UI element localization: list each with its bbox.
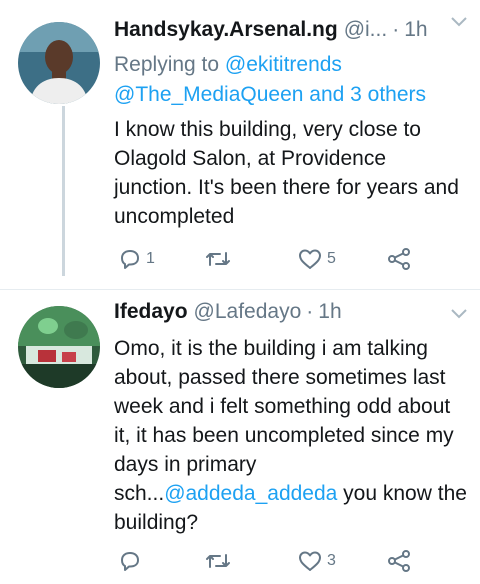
chevron-down-icon[interactable]	[450, 306, 468, 320]
tweet-text-part: Omo, it is the building i am talking abo…	[114, 337, 454, 505]
replying-to-label: Replying to	[114, 53, 220, 76]
tweet-actions: 1 5	[114, 244, 444, 274]
tweet-content: Ifedayo @Lafedayo · 1h Omo, it is the bu…	[114, 292, 470, 537]
like-count: 3	[327, 552, 336, 569]
retweet-icon	[206, 554, 230, 568]
like-button[interactable]: 3	[297, 546, 336, 576]
share-icon	[388, 248, 410, 270]
timestamp[interactable]: 1h	[404, 18, 427, 42]
like-icon	[299, 249, 321, 269]
tweet-content: Handsykay.Arsenal.ng @i... · 1h Replying…	[114, 10, 470, 231]
reply-icon	[121, 552, 139, 571]
like-icon	[299, 551, 321, 571]
like-button[interactable]: 5	[297, 244, 336, 274]
avatar[interactable]	[18, 306, 100, 388]
retweet-button[interactable]	[204, 244, 236, 274]
reply-icon	[121, 250, 139, 269]
mention-link[interactable]: @The_MediaQueen and 3 others	[114, 83, 426, 106]
tweet-divider	[0, 289, 480, 290]
chevron-down-icon[interactable]	[450, 14, 468, 28]
thread-connector-line	[62, 106, 65, 276]
avatar[interactable]	[18, 22, 100, 104]
mention-link[interactable]: @addeda_addeda	[164, 482, 337, 505]
user-handle[interactable]: @i...	[344, 18, 388, 42]
tweet-text: I know this building, very close to Olag…	[114, 118, 459, 228]
mention-link[interactable]: @ekititrends	[225, 53, 342, 76]
tweet-header: Handsykay.Arsenal.ng @i... · 1h	[114, 10, 470, 50]
reply-count: 1	[146, 250, 155, 267]
like-count: 5	[327, 250, 336, 267]
retweet-button[interactable]	[204, 546, 236, 576]
separator-dot: ·	[392, 18, 400, 41]
retweet-icon	[206, 252, 230, 266]
timestamp[interactable]: 1h	[318, 300, 341, 324]
display-name[interactable]: Ifedayo	[114, 300, 188, 324]
share-icon	[388, 550, 410, 572]
share-button[interactable]	[386, 546, 412, 576]
share-button[interactable]	[386, 244, 412, 274]
reply-button[interactable]: 1	[118, 244, 155, 274]
reply-button[interactable]	[118, 546, 146, 576]
tweet-actions: 3	[114, 546, 444, 576]
tweet-ifedayo[interactable]: Ifedayo @Lafedayo · 1h Omo, it is the bu…	[0, 292, 480, 584]
tweet-handsykay[interactable]: Handsykay.Arsenal.ng @i... · 1h Replying…	[0, 0, 480, 292]
tweet-text: Omo, it is the building i am talking abo…	[114, 334, 470, 537]
replying-to: Replying to @ekititrends @The_MediaQueen…	[114, 50, 470, 110]
separator-dot: ·	[306, 300, 314, 323]
tweet-header: Ifedayo @Lafedayo · 1h	[114, 292, 470, 332]
display-name[interactable]: Handsykay.Arsenal.ng	[114, 18, 338, 42]
user-handle[interactable]: @Lafedayo	[194, 300, 302, 324]
